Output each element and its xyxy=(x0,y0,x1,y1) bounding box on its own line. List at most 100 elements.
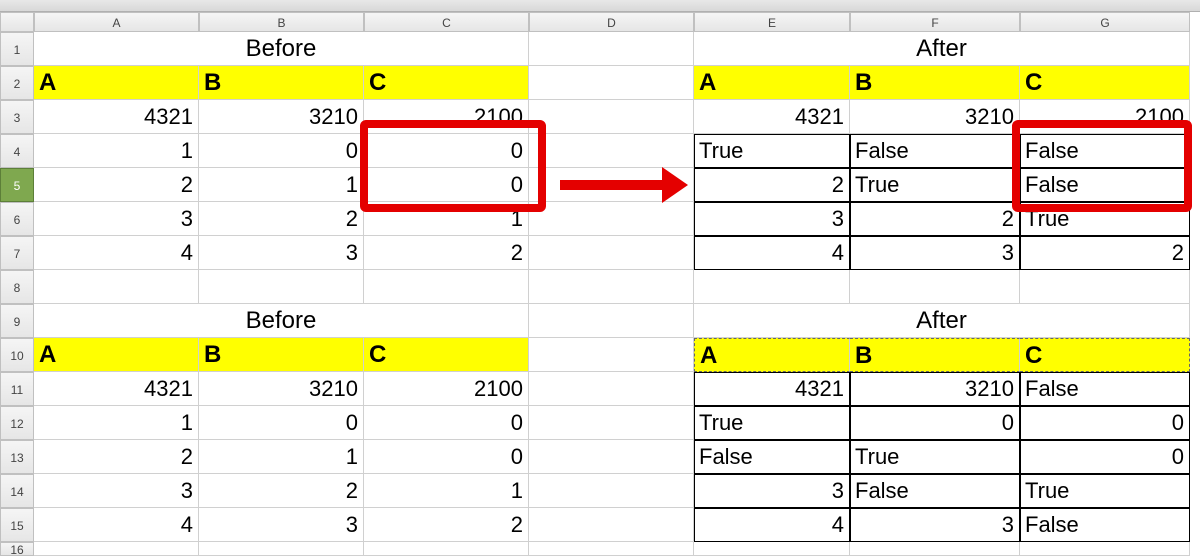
cell-D4[interactable] xyxy=(529,134,694,168)
after1-hdr-B[interactable]: B xyxy=(850,66,1020,100)
row-header-16[interactable]: 16 xyxy=(0,542,34,556)
after1-A3[interactable]: 4321 xyxy=(694,100,850,134)
after2-B12[interactable]: 0 xyxy=(850,406,1020,440)
cell-D10[interactable] xyxy=(529,338,694,372)
spreadsheet-grid[interactable]: A B C D E F G 1 Before After 2 A B C A B… xyxy=(0,12,1190,556)
after1-B7[interactable]: 3 xyxy=(850,236,1020,270)
after2-A14[interactable]: 3 xyxy=(694,474,850,508)
before2-A11[interactable]: 4321 xyxy=(34,372,199,406)
col-header-A[interactable]: A xyxy=(34,12,199,32)
before2-B14[interactable]: 2 xyxy=(199,474,364,508)
cell-B16[interactable] xyxy=(199,542,364,556)
col-header-G[interactable]: G xyxy=(1020,12,1190,32)
cell-D5[interactable] xyxy=(529,168,694,202)
before2-C12[interactable]: 0 xyxy=(364,406,529,440)
cell-D2[interactable] xyxy=(529,66,694,100)
before1-C3[interactable]: 2100 xyxy=(364,100,529,134)
after1-A7[interactable]: 4 xyxy=(694,236,850,270)
cell-D6[interactable] xyxy=(529,202,694,236)
col-header-B[interactable]: B xyxy=(199,12,364,32)
row-header-11[interactable]: 11 xyxy=(0,372,34,406)
row-header-5[interactable]: 5 xyxy=(0,168,34,202)
before1-A5[interactable]: 2 xyxy=(34,168,199,202)
after1-A4[interactable]: True xyxy=(694,134,850,168)
before2-C14[interactable]: 1 xyxy=(364,474,529,508)
cell-G8[interactable] xyxy=(1020,270,1190,304)
row-header-10[interactable]: 10 xyxy=(0,338,34,372)
cell-D16[interactable] xyxy=(529,542,694,556)
cell-D12[interactable] xyxy=(529,406,694,440)
before2-hdr-C[interactable]: C xyxy=(364,338,529,372)
after1-A6[interactable]: 3 xyxy=(694,202,850,236)
before1-B6[interactable]: 2 xyxy=(199,202,364,236)
before1-C5[interactable]: 0 xyxy=(364,168,529,202)
cell-D1[interactable] xyxy=(529,32,694,66)
before1-B3[interactable]: 3210 xyxy=(199,100,364,134)
cell-D11[interactable] xyxy=(529,372,694,406)
cell-F8[interactable] xyxy=(850,270,1020,304)
before1-A4[interactable]: 1 xyxy=(34,134,199,168)
after1-C4[interactable]: False xyxy=(1020,134,1190,168)
title-after-2[interactable]: After xyxy=(694,304,1190,338)
after1-B5[interactable]: True xyxy=(850,168,1020,202)
after2-C12[interactable]: 0 xyxy=(1020,406,1190,440)
after2-A11[interactable]: 4321 xyxy=(694,372,850,406)
cell-D3[interactable] xyxy=(529,100,694,134)
before1-B4[interactable]: 0 xyxy=(199,134,364,168)
row-header-9[interactable]: 9 xyxy=(0,304,34,338)
after1-A5[interactable]: 2 xyxy=(694,168,850,202)
before1-hdr-C[interactable]: C xyxy=(364,66,529,100)
before1-A7[interactable]: 4 xyxy=(34,236,199,270)
after1-C3[interactable]: 2100 xyxy=(1020,100,1190,134)
before1-hdr-B[interactable]: B xyxy=(199,66,364,100)
cell-C8[interactable] xyxy=(364,270,529,304)
after1-hdr-C[interactable]: C xyxy=(1020,66,1190,100)
before1-A6[interactable]: 3 xyxy=(34,202,199,236)
col-header-C[interactable]: C xyxy=(364,12,529,32)
before2-C13[interactable]: 0 xyxy=(364,440,529,474)
after2-hdr-B[interactable]: B xyxy=(850,338,1020,372)
col-header-E[interactable]: E xyxy=(694,12,850,32)
cell-D8[interactable] xyxy=(529,270,694,304)
after1-B4[interactable]: False xyxy=(850,134,1020,168)
after2-C13[interactable]: 0 xyxy=(1020,440,1190,474)
row-header-4[interactable]: 4 xyxy=(0,134,34,168)
title-before-2[interactable]: Before xyxy=(34,304,529,338)
after2-B14[interactable]: False xyxy=(850,474,1020,508)
cell-G16[interactable] xyxy=(1020,542,1190,556)
row-header-6[interactable]: 6 xyxy=(0,202,34,236)
before2-hdr-B[interactable]: B xyxy=(199,338,364,372)
cell-D9[interactable] xyxy=(529,304,694,338)
before2-B13[interactable]: 1 xyxy=(199,440,364,474)
row-header-7[interactable]: 7 xyxy=(0,236,34,270)
before2-C15[interactable]: 2 xyxy=(364,508,529,542)
col-header-F[interactable]: F xyxy=(850,12,1020,32)
before2-A13[interactable]: 2 xyxy=(34,440,199,474)
select-all-corner[interactable] xyxy=(0,12,34,32)
after2-A13[interactable]: False xyxy=(694,440,850,474)
row-header-1[interactable]: 1 xyxy=(0,32,34,66)
after2-hdr-A[interactable]: A xyxy=(694,338,850,372)
cell-A16[interactable] xyxy=(34,542,199,556)
cell-D13[interactable] xyxy=(529,440,694,474)
after1-B3[interactable]: 3210 xyxy=(850,100,1020,134)
before2-A14[interactable]: 3 xyxy=(34,474,199,508)
cell-A8[interactable] xyxy=(34,270,199,304)
after2-hdr-C[interactable]: C xyxy=(1020,338,1190,372)
cell-D14[interactable] xyxy=(529,474,694,508)
before1-C4[interactable]: 0 xyxy=(364,134,529,168)
title-after-1[interactable]: After xyxy=(694,32,1190,66)
cell-D7[interactable] xyxy=(529,236,694,270)
cell-E8[interactable] xyxy=(694,270,850,304)
cell-E16[interactable] xyxy=(694,542,850,556)
after1-B6[interactable]: 2 xyxy=(850,202,1020,236)
after2-C11[interactable]: False xyxy=(1020,372,1190,406)
cell-D15[interactable] xyxy=(529,508,694,542)
cell-B8[interactable] xyxy=(199,270,364,304)
after1-C5[interactable]: False xyxy=(1020,168,1190,202)
row-header-2[interactable]: 2 xyxy=(0,66,34,100)
after2-A12[interactable]: True xyxy=(694,406,850,440)
row-header-12[interactable]: 12 xyxy=(0,406,34,440)
before2-C11[interactable]: 2100 xyxy=(364,372,529,406)
row-header-14[interactable]: 14 xyxy=(0,474,34,508)
